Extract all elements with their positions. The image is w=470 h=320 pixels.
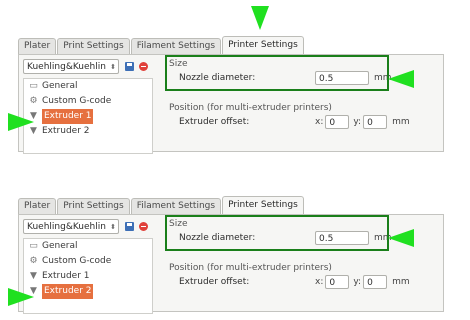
delete-icon[interactable] [139, 62, 148, 71]
tree-item-label: Extruder 2 [42, 284, 94, 299]
tab-printer-settings[interactable]: Printer Settings [222, 196, 304, 214]
tab-print-settings[interactable]: Print Settings [57, 38, 130, 54]
nozzle-diameter-input[interactable]: 0.5 [315, 71, 369, 85]
tab-plater[interactable]: Plater [18, 198, 57, 214]
preset-value: Kuehling&Kuehlin [27, 62, 106, 72]
cog-icon: ⚙ [29, 96, 38, 106]
arrow-right-icon [8, 288, 34, 306]
preset-select[interactable]: Kuehling&Kuehlin ⬍ [23, 219, 119, 234]
tree-item-label: General [42, 241, 78, 251]
tree-item-extruder-1[interactable]: ▼ Extruder 1 [24, 269, 152, 284]
tab-filament-settings[interactable]: Filament Settings [130, 38, 222, 54]
arrow-left-icon [388, 229, 414, 247]
offset-y-input[interactable]: 0 [363, 275, 388, 289]
tab-plater[interactable]: Plater [18, 38, 57, 54]
tab-bar: Plater Print Settings Filament Settings … [18, 196, 305, 214]
offset-label: Extruder offset: [179, 117, 250, 127]
offset-unit: mm [392, 117, 410, 127]
x-label: x: [315, 117, 324, 127]
tree-item-extruder-2[interactable]: ▼ Extruder 2 [24, 124, 152, 139]
tree-item-label: Custom G-code [42, 96, 112, 106]
position-section: Position (for multi-extruder printers) E… [169, 263, 437, 291]
tree-item-label: Extruder 2 [42, 126, 90, 136]
nozzle-label: Nozzle diameter: [179, 73, 256, 83]
spin-arrows-icon: ⬍ [110, 63, 116, 71]
size-title: Size [169, 219, 188, 229]
printer-icon: ▭ [29, 241, 38, 251]
offset-unit: mm [392, 277, 410, 287]
preset-select[interactable]: Kuehling&Kuehlin ⬍ [23, 59, 119, 74]
tree-item-label: Extruder 1 [42, 271, 90, 281]
offset-row: Extruder offset: x: 0 y: 0 mm [169, 113, 437, 131]
tab-print-settings[interactable]: Print Settings [57, 198, 130, 214]
delete-icon[interactable] [139, 222, 148, 231]
arrow-left-icon [388, 70, 414, 88]
cog-icon: ⚙ [29, 256, 38, 266]
position-title: Position (for multi-extruder printers) [169, 103, 332, 113]
position-section: Position (for multi-extruder printers) E… [169, 103, 437, 131]
offset-x-input[interactable]: 0 [325, 275, 350, 289]
tree-item-extruder-1[interactable]: ▼ Extruder 1 [24, 109, 152, 124]
offset-x-input[interactable]: 0 [325, 115, 350, 129]
x-label: x: [315, 277, 324, 287]
tree-item-label: Custom G-code [42, 256, 112, 266]
tree-item-general[interactable]: ▭ General [24, 239, 152, 254]
tab-bar: Plater Print Settings Filament Settings … [18, 36, 305, 54]
nozzle-diameter-input[interactable]: 0.5 [315, 231, 369, 245]
left-column: Kuehling&Kuehlin ⬍ ▭ General ⚙ Custom G-… [23, 59, 153, 154]
tree-item-custom-gcode[interactable]: ⚙ Custom G-code [24, 254, 152, 269]
preset-row: Kuehling&Kuehlin ⬍ [23, 219, 153, 234]
printer-settings-panel-2: Plater Print Settings Filament Settings … [14, 192, 444, 314]
funnel-icon: ▼ [30, 271, 37, 281]
tab-filament-settings[interactable]: Filament Settings [130, 198, 222, 214]
nozzle-label: Nozzle diameter: [179, 233, 256, 243]
preset-value: Kuehling&Kuehlin [27, 222, 106, 232]
settings-tree: ▭ General ⚙ Custom G-code ▼ Extruder 1 ▼… [23, 78, 153, 154]
preset-row: Kuehling&Kuehlin ⬍ [23, 59, 153, 74]
save-icon[interactable] [125, 62, 134, 71]
tree-item-general[interactable]: ▭ General [24, 79, 152, 94]
size-title: Size [169, 59, 188, 69]
position-title: Position (for multi-extruder printers) [169, 263, 332, 273]
tab-printer-settings[interactable]: Printer Settings [222, 36, 304, 54]
save-icon[interactable] [125, 222, 134, 231]
arrow-down-icon [251, 6, 269, 30]
offset-label: Extruder offset: [179, 277, 250, 287]
tree-item-custom-gcode[interactable]: ⚙ Custom G-code [24, 94, 152, 109]
settings-body: Kuehling&Kuehlin ⬍ ▭ General ⚙ Custom G-… [18, 214, 444, 314]
arrow-right-icon [8, 113, 34, 131]
offset-row: Extruder offset: x: 0 y: 0 mm [169, 273, 437, 291]
offset-y-input[interactable]: 0 [363, 115, 388, 129]
printer-icon: ▭ [29, 81, 38, 91]
settings-tree: ▭ General ⚙ Custom G-code ▼ Extruder 1 ▼… [23, 238, 153, 314]
tree-item-label: General [42, 81, 78, 91]
y-label: y: [353, 117, 362, 127]
y-label: y: [353, 277, 362, 287]
printer-settings-panel-1: Plater Print Settings Filament Settings … [14, 32, 444, 154]
spin-arrows-icon: ⬍ [110, 223, 116, 231]
tree-item-extruder-2[interactable]: ▼ Extruder 2 [24, 284, 152, 299]
tree-item-label: Extruder 1 [42, 109, 94, 124]
settings-body: Kuehling&Kuehlin ⬍ ▭ General ⚙ Custom G-… [18, 54, 444, 154]
left-column: Kuehling&Kuehlin ⬍ ▭ General ⚙ Custom G-… [23, 219, 153, 314]
